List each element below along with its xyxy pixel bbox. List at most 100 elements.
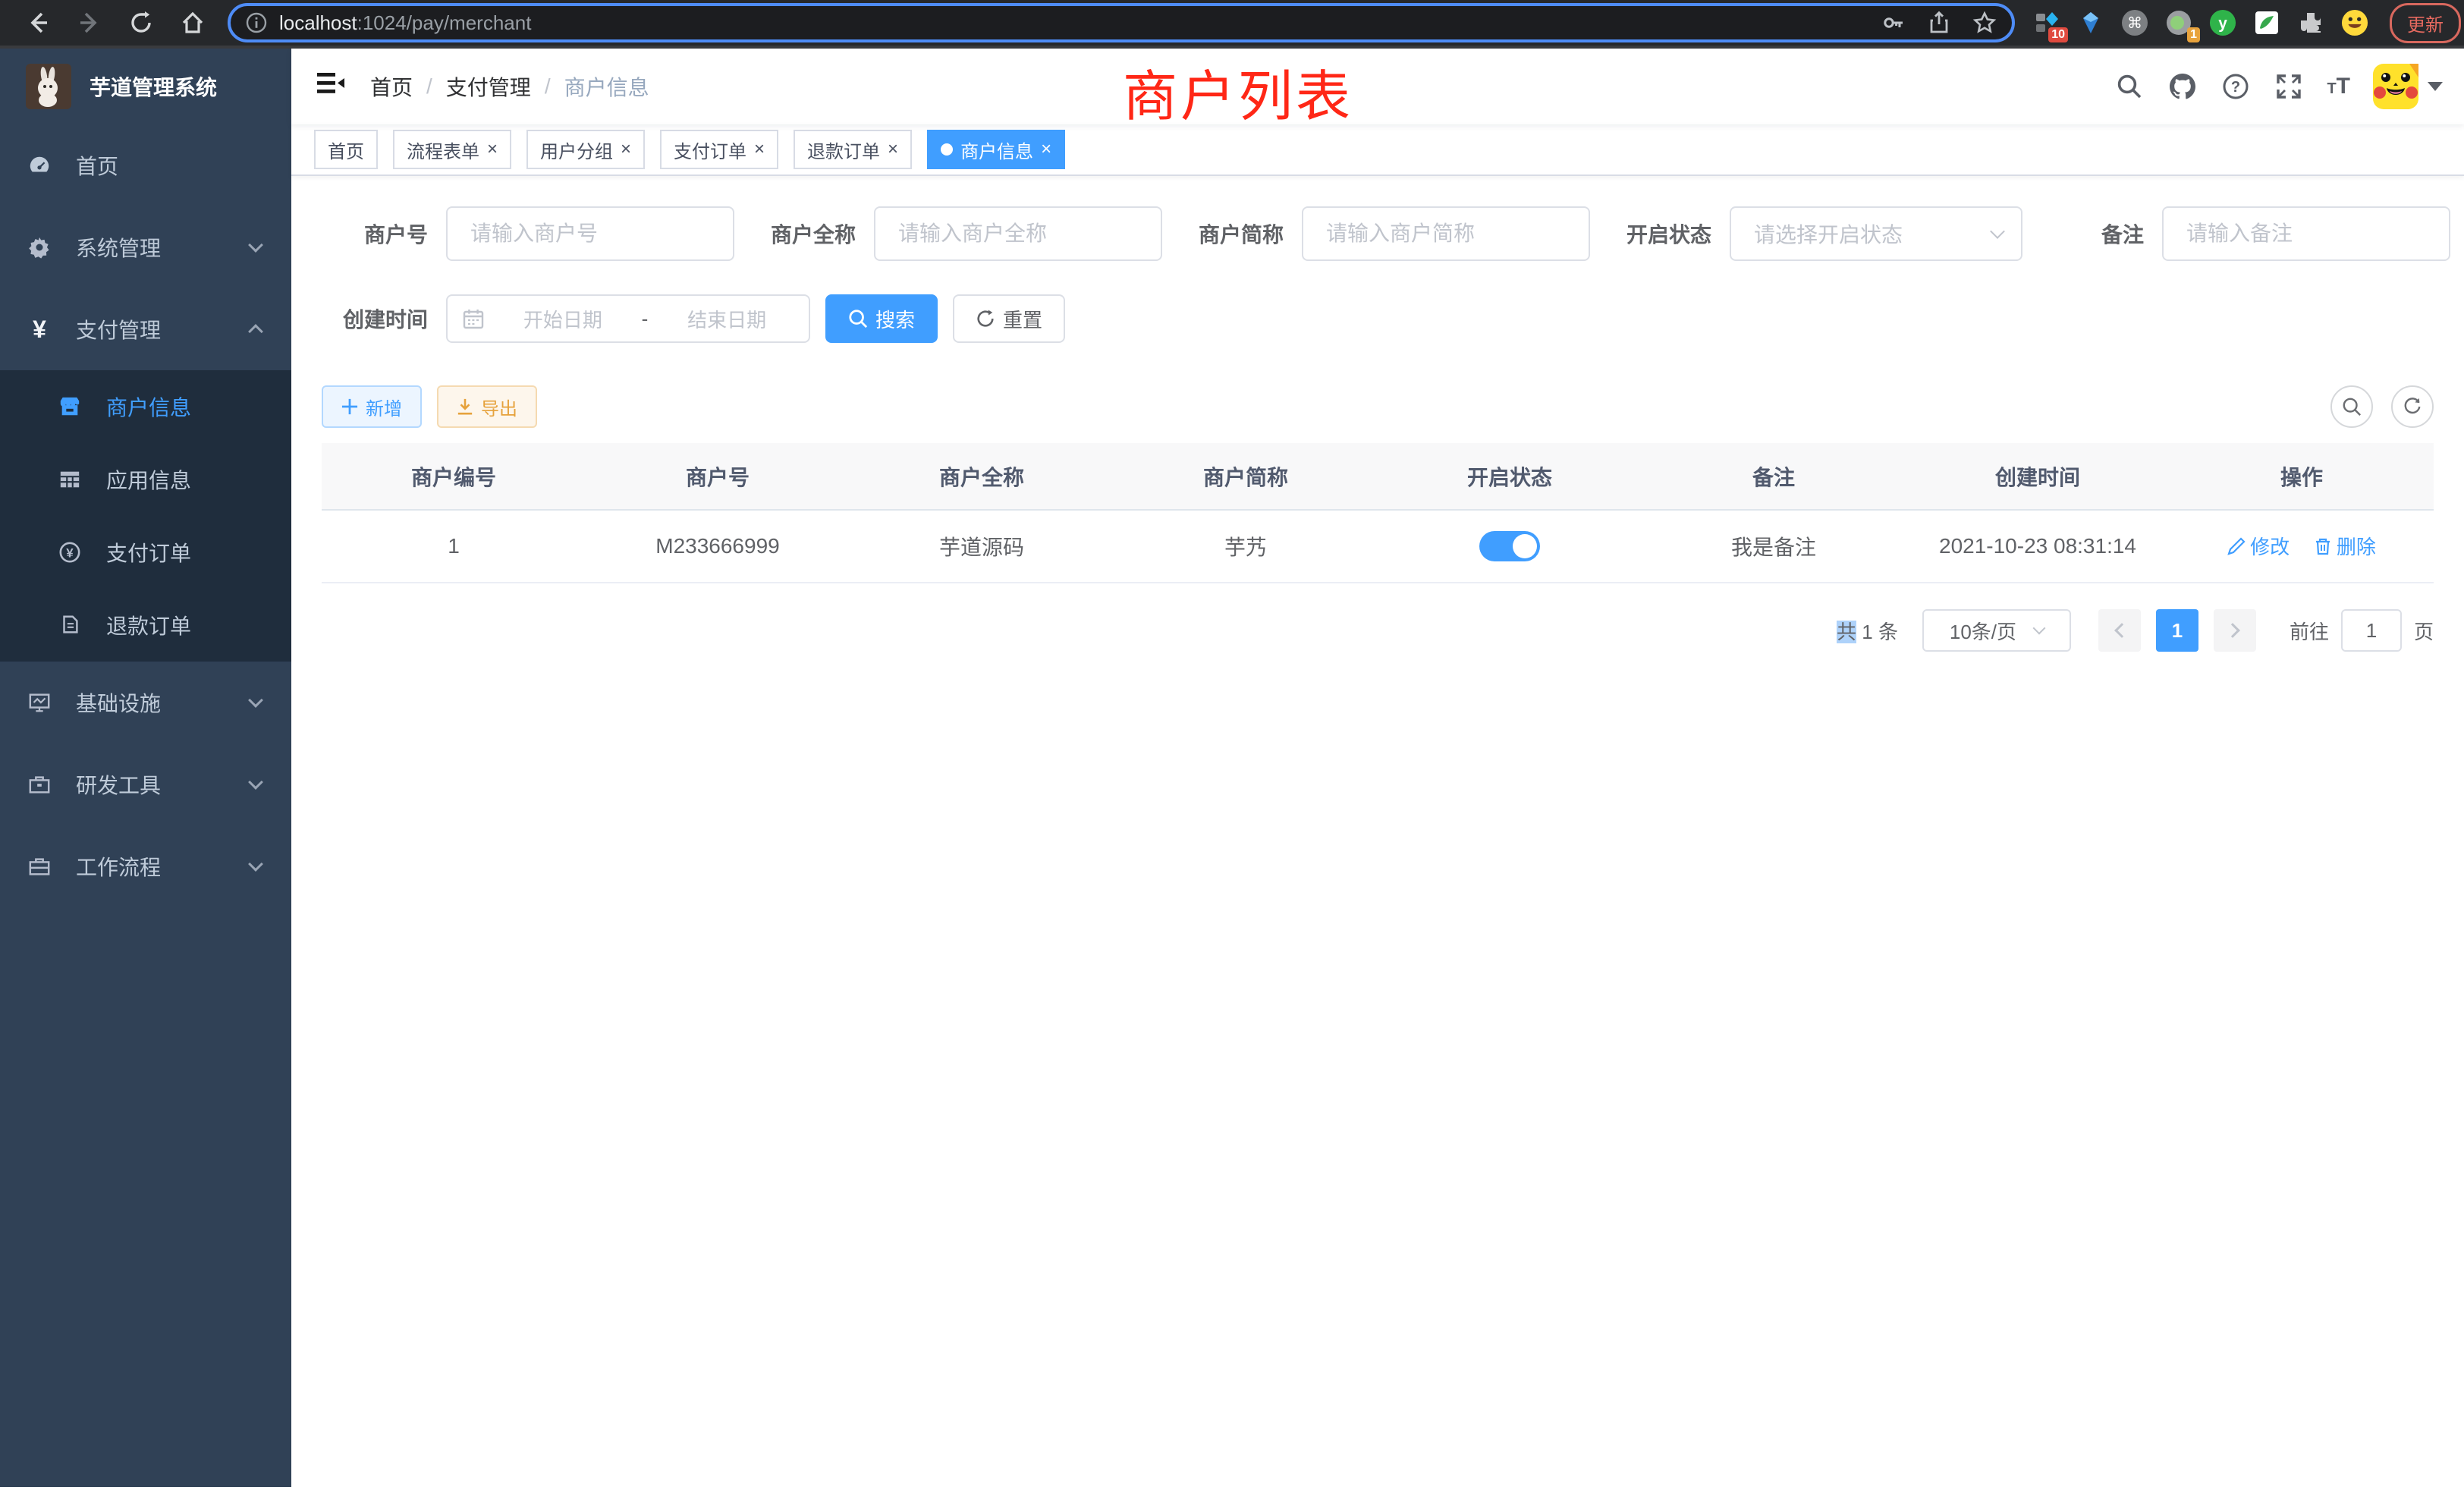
status-select[interactable]: 请选择开启状态 (1730, 206, 2022, 261)
help-icon[interactable]: ? (2220, 71, 2251, 102)
tag-home[interactable]: 首页 (314, 130, 378, 169)
delete-link[interactable]: 删除 (2314, 532, 2376, 560)
extension-command-icon[interactable]: ⌘ (2121, 9, 2148, 36)
tag-close-icon[interactable]: × (754, 140, 765, 159)
hide-search-button[interactable] (2330, 385, 2373, 428)
sidebar-item-infra[interactable]: 基础设施 (0, 662, 291, 743)
download-icon (457, 398, 473, 415)
sidebar-item-pay[interactable]: ¥ 支付管理 (0, 288, 291, 370)
user-avatar[interactable] (2373, 64, 2443, 109)
table-row[interactable]: 1 M233666999 芋道源码 芋艿 我是备注 2021-10-23 08:… (322, 510, 2434, 583)
refresh-table-button[interactable] (2391, 385, 2434, 428)
tag-close-icon[interactable]: × (888, 140, 898, 159)
extension-emoji-icon[interactable] (2341, 9, 2368, 36)
breadcrumb-home[interactable]: 首页 (370, 71, 413, 102)
table-toolbar: 新增 导出 (322, 385, 2434, 428)
full-name-input[interactable] (874, 206, 1162, 261)
extension-notes-icon[interactable] (2253, 9, 2280, 36)
tag-label: 支付订单 (674, 137, 746, 163)
reset-button-label: 重置 (1003, 305, 1042, 333)
svg-text:⌘: ⌘ (2127, 15, 2142, 32)
status-toggle[interactable] (1479, 531, 1540, 561)
tag-process-form[interactable]: 流程表单× (393, 130, 511, 169)
sidebar-item-app-info[interactable]: 应用信息 (0, 443, 291, 516)
sidebar-item-refund-order[interactable]: 退款订单 (0, 589, 291, 662)
cell-full-name: 芋道源码 (850, 510, 1114, 583)
sidebar-item-workflow[interactable]: 工作流程 (0, 825, 291, 907)
tag-pay-order[interactable]: 支付订单 × (660, 130, 778, 169)
sidebar-item-label: 工作流程 (76, 851, 161, 882)
breadcrumb: 首页 / 支付管理 / 商户信息 (370, 71, 649, 102)
date-end-placeholder: 结束日期 (660, 305, 794, 333)
app-title: 芋道管理系统 (90, 71, 217, 102)
refresh-icon (976, 309, 995, 328)
bookmark-star-icon[interactable] (1972, 11, 1997, 35)
search-button[interactable]: 搜索 (825, 294, 938, 343)
create-time-range-picker[interactable]: 开始日期 - 结束日期 (446, 294, 810, 343)
top-navbar: 首页 / 支付管理 / 商户信息 商户列表 ? (291, 49, 2464, 124)
merchant-no-input[interactable] (446, 206, 734, 261)
extension-puzzle-icon[interactable] (2297, 9, 2324, 36)
sidebar-item-label: 应用信息 (106, 464, 191, 495)
chevron-right-icon (2225, 623, 2240, 638)
url-text[interactable]: localhost:1024/pay/merchant (279, 11, 531, 35)
sidebar-item-merchant-info[interactable]: 商户信息 (0, 370, 291, 443)
tag-user-group[interactable]: 用户分组× (526, 130, 645, 169)
sidebar-item-pay-order[interactable]: ¥ 支付订单 (0, 516, 291, 589)
full-name-label: 商户全称 (750, 218, 874, 249)
share-icon[interactable] (1927, 11, 1951, 35)
prev-page-button[interactable] (2098, 609, 2141, 652)
edit-link[interactable]: 修改 (2227, 532, 2290, 560)
font-size-icon[interactable]: TT (2327, 74, 2350, 99)
extension-apps-icon[interactable]: 10 (2033, 9, 2060, 36)
status-select-placeholder: 请选择开启状态 (1754, 218, 1903, 249)
password-key-icon[interactable] (1881, 11, 1906, 35)
tag-close-icon[interactable]: × (487, 140, 498, 159)
page-info-icon[interactable] (246, 12, 267, 33)
merchant-no-label: 商户号 (322, 218, 446, 249)
add-button[interactable]: 新增 (322, 385, 422, 428)
extension-y-icon[interactable]: y (2209, 9, 2236, 36)
chevron-left-icon (2114, 623, 2129, 638)
dashboard-icon (27, 154, 52, 177)
short-name-input[interactable] (1302, 206, 1590, 261)
tag-label: 退款订单 (807, 137, 880, 163)
sidebar-collapse-icon[interactable] (316, 70, 346, 103)
col-actions: 操作 (2170, 443, 2434, 510)
tag-refund-order[interactable]: 退款订单 × (794, 130, 912, 169)
tag-close-icon[interactable]: × (621, 140, 631, 159)
browser-reload-button[interactable] (123, 5, 159, 41)
browser-back-button[interactable] (20, 5, 56, 41)
sidebar-item-home[interactable]: 首页 (0, 124, 291, 206)
gear-icon (27, 236, 52, 259)
github-icon[interactable] (2167, 71, 2198, 102)
page-unit-label: 页 (2414, 617, 2434, 645)
browser-forward-button[interactable] (71, 5, 108, 41)
url-bar[interactable]: localhost:1024/pay/merchant (228, 3, 2015, 42)
tag-merchant-info[interactable]: 商户信息× (927, 130, 1065, 169)
extension-gem-icon[interactable] (2077, 9, 2104, 36)
export-button[interactable]: 导出 (437, 385, 537, 428)
reset-button[interactable]: 重置 (953, 294, 1065, 343)
search-button-label: 搜索 (875, 305, 915, 333)
goto-page-input[interactable] (2341, 609, 2402, 652)
extension-tab-manager-icon[interactable]: 1 (2165, 9, 2192, 36)
breadcrumb-pay[interactable]: 支付管理 (446, 71, 531, 102)
tag-close-icon[interactable]: × (1041, 140, 1051, 159)
fullscreen-icon[interactable] (2274, 71, 2304, 102)
page-size-select[interactable]: 10条/页 (1922, 609, 2071, 652)
table-header-row: 商户编号 商户号 商户全称 商户简称 开启状态 备注 创建时间 操作 (322, 443, 2434, 510)
selected-text: 共 (1837, 621, 1856, 643)
plus-icon (341, 398, 358, 415)
browser-home-button[interactable] (174, 5, 211, 41)
extension-badge: 1 (2187, 27, 2200, 42)
header-search-icon[interactable] (2114, 71, 2145, 102)
app-logo[interactable]: 芋道管理系统 (0, 49, 291, 124)
page-number-1[interactable]: 1 (2156, 609, 2198, 652)
logo-rabbit-avatar (26, 64, 71, 109)
remark-input[interactable] (2162, 206, 2450, 261)
sidebar-item-devtools[interactable]: 研发工具 (0, 743, 291, 825)
browser-update-button[interactable]: 更新 (2390, 3, 2461, 43)
sidebar-item-system[interactable]: 系统管理 (0, 206, 291, 288)
next-page-button[interactable] (2214, 609, 2256, 652)
